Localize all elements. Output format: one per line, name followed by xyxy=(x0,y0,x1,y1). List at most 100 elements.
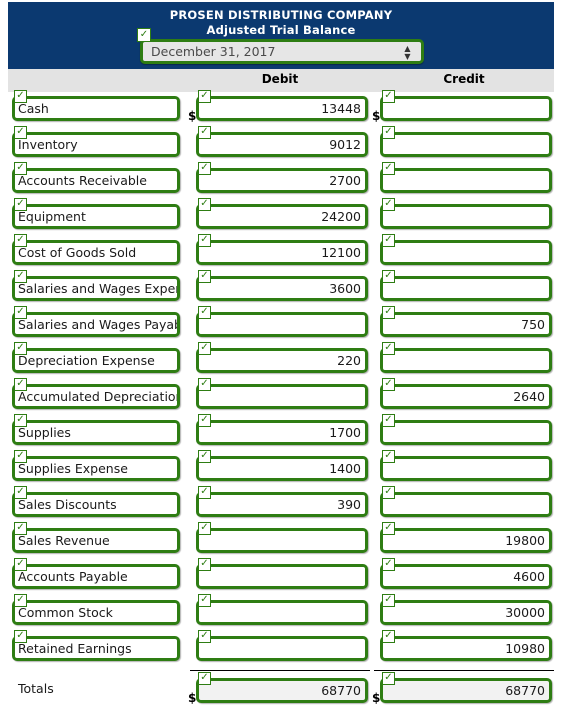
totals-rule-debit xyxy=(190,670,370,671)
table-row: ✓ Supplies Expense ✓ 1400 ✓ xyxy=(0,450,582,488)
check-icon: ✓ xyxy=(198,414,211,427)
credit-amount-input-12[interactable]: ✓ 19800 xyxy=(380,522,552,553)
debit-amount-input-11[interactable]: ✓ 390 xyxy=(196,486,368,517)
credit-amount-value: 30000 xyxy=(505,605,545,620)
check-icon: ✓ xyxy=(198,126,211,139)
account-name-input-11[interactable]: ✓ Sales Discounts xyxy=(12,486,180,517)
debit-amount-value xyxy=(199,639,365,658)
check-icon: ✓ xyxy=(198,450,211,463)
account-name-input-1[interactable]: ✓ Inventory xyxy=(12,126,180,157)
debit-amount-input-2[interactable]: ✓ 2700 xyxy=(196,162,368,193)
account-name-input-10[interactable]: ✓ Supplies Expense xyxy=(12,450,180,481)
credit-amount-input-7[interactable]: ✓ xyxy=(380,342,552,373)
table-row: ✓ Cash ✓ 13448 ✓ $ $ xyxy=(0,90,582,128)
account-name-value: Supplies Expense xyxy=(18,461,128,476)
credit-amount-input-11[interactable]: ✓ xyxy=(380,486,552,517)
table-row: ✓ Equipment ✓ 24200 ✓ xyxy=(0,198,582,236)
check-icon: ✓ xyxy=(198,270,211,283)
account-name-input-12[interactable]: ✓ Sales Revenue xyxy=(12,522,180,553)
check-icon: ✓ xyxy=(382,198,395,211)
credit-amount-input-9[interactable]: ✓ xyxy=(380,414,552,445)
check-icon: ✓ xyxy=(382,630,395,643)
check-icon: ✓ xyxy=(198,378,211,391)
check-icon: ✓ xyxy=(14,342,27,355)
debit-amount-input-5[interactable]: ✓ 3600 xyxy=(196,270,368,301)
credit-amount-input-3[interactable]: ✓ xyxy=(380,198,552,229)
account-name-input-5[interactable]: ✓Salaries and Wages Expense xyxy=(12,270,180,301)
check-icon: ✓ xyxy=(198,342,211,355)
check-icon: ✓ xyxy=(382,342,395,355)
debit-amount-input-1[interactable]: ✓ 9012 xyxy=(196,126,368,157)
debit-amount-input-9[interactable]: ✓ 1700 xyxy=(196,414,368,445)
chevron-updown-icon[interactable]: ▲ ▼ xyxy=(403,45,412,61)
debit-amount-input-13[interactable]: ✓ xyxy=(196,558,368,589)
account-name-input-4[interactable]: ✓ Cost of Goods Sold xyxy=(12,234,180,265)
credit-amount-value xyxy=(383,135,549,154)
check-icon: ✓ xyxy=(198,90,211,103)
credit-amount-value xyxy=(383,99,549,118)
account-name-value: Common Stock xyxy=(18,605,113,620)
credit-amount-value: 2640 xyxy=(513,389,545,404)
adjusted-trial-balance-worksheet: PROSEN DISTRIBUTING COMPANY Adjusted Tri… xyxy=(0,0,582,705)
check-icon: ✓ xyxy=(14,198,27,211)
account-name-input-3[interactable]: ✓ Equipment xyxy=(12,198,180,229)
account-name-value: Equipment xyxy=(18,209,86,224)
debit-amount-input-10[interactable]: ✓ 1400 xyxy=(196,450,368,481)
totals-credit-input[interactable]: ✓ 68770 xyxy=(380,672,552,703)
date-select-wrapper: ✓ December 31, 2017 ▲ ▼ xyxy=(137,28,424,64)
debit-amount-input-6[interactable]: ✓ xyxy=(196,306,368,337)
account-name-input-0[interactable]: ✓ Cash xyxy=(12,90,180,121)
debit-amount-input-15[interactable]: ✓ xyxy=(196,630,368,661)
account-name-value: Retained Earnings xyxy=(18,641,132,656)
check-icon: ✓ xyxy=(382,90,395,103)
currency-symbol-totals-credit: $ xyxy=(372,691,381,705)
credit-amount-value xyxy=(383,459,549,478)
account-name-input-8[interactable]: ✓Accumulated Depreciation-Equipment xyxy=(12,378,180,409)
debit-amount-input-12[interactable]: ✓ xyxy=(196,522,368,553)
credit-amount-input-13[interactable]: ✓ 4600 xyxy=(380,558,552,589)
check-icon: ✓ xyxy=(382,234,395,247)
credit-amount-input-2[interactable]: ✓ xyxy=(380,162,552,193)
account-name-value: Accounts Receivable xyxy=(18,173,147,188)
account-name-input-6[interactable]: ✓ Salaries and Wages Payable xyxy=(12,306,180,337)
totals-credit-value: 68770 xyxy=(505,683,545,698)
check-icon: ✓ xyxy=(198,672,211,685)
debit-amount-input-3[interactable]: ✓ 24200 xyxy=(196,198,368,229)
account-name-input-7[interactable]: ✓ Depreciation Expense xyxy=(12,342,180,373)
currency-symbol-totals-debit: $ xyxy=(188,691,197,705)
account-name-input-15[interactable]: ✓ Retained Earnings xyxy=(12,630,180,661)
check-icon: ✓ xyxy=(14,270,27,283)
debit-amount-input-8[interactable]: ✓ xyxy=(196,378,368,409)
totals-debit-input[interactable]: ✓ 68770 xyxy=(196,672,368,703)
debit-amount-input-0[interactable]: ✓ 13448 xyxy=(196,90,368,121)
credit-amount-input-10[interactable]: ✓ xyxy=(380,450,552,481)
currency-symbol-debit: $ xyxy=(188,109,197,123)
credit-amount-input-6[interactable]: ✓ 750 xyxy=(380,306,552,337)
account-name-value: Cost of Goods Sold xyxy=(18,245,137,260)
account-name-input-13[interactable]: ✓ Accounts Payable xyxy=(12,558,180,589)
chevron-down-icon: ▼ xyxy=(404,52,411,61)
credit-amount-input-8[interactable]: ✓ 2640 xyxy=(380,378,552,409)
credit-amount-input-14[interactable]: ✓ 30000 xyxy=(380,594,552,625)
debit-amount-input-4[interactable]: ✓ 12100 xyxy=(196,234,368,265)
check-icon: ✓ xyxy=(137,28,151,42)
check-icon: ✓ xyxy=(198,486,211,499)
credit-amount-input-5[interactable]: ✓ xyxy=(380,270,552,301)
account-name-input-9[interactable]: ✓ Supplies xyxy=(12,414,180,445)
debit-amount-input-7[interactable]: ✓ 220 xyxy=(196,342,368,373)
debit-amount-value: 1700 xyxy=(329,425,361,440)
account-name-input-2[interactable]: ✓ Accounts Receivable xyxy=(12,162,180,193)
credit-amount-input-1[interactable]: ✓ xyxy=(380,126,552,157)
check-icon: ✓ xyxy=(14,450,27,463)
credit-amount-input-15[interactable]: ✓ 10980 xyxy=(380,630,552,661)
account-name-input-14[interactable]: ✓ Common Stock xyxy=(12,594,180,625)
check-icon: ✓ xyxy=(198,594,211,607)
credit-amount-input-0[interactable]: ✓ xyxy=(380,90,552,121)
check-icon: ✓ xyxy=(382,672,395,685)
debit-amount-value: 13448 xyxy=(321,101,361,116)
debit-amount-input-14[interactable]: ✓ xyxy=(196,594,368,625)
period-date-select[interactable]: December 31, 2017 ▲ ▼ xyxy=(140,39,424,64)
statement-title: Adjusted Trial Balance xyxy=(206,23,356,37)
check-icon: ✓ xyxy=(198,306,211,319)
credit-amount-input-4[interactable]: ✓ xyxy=(380,234,552,265)
